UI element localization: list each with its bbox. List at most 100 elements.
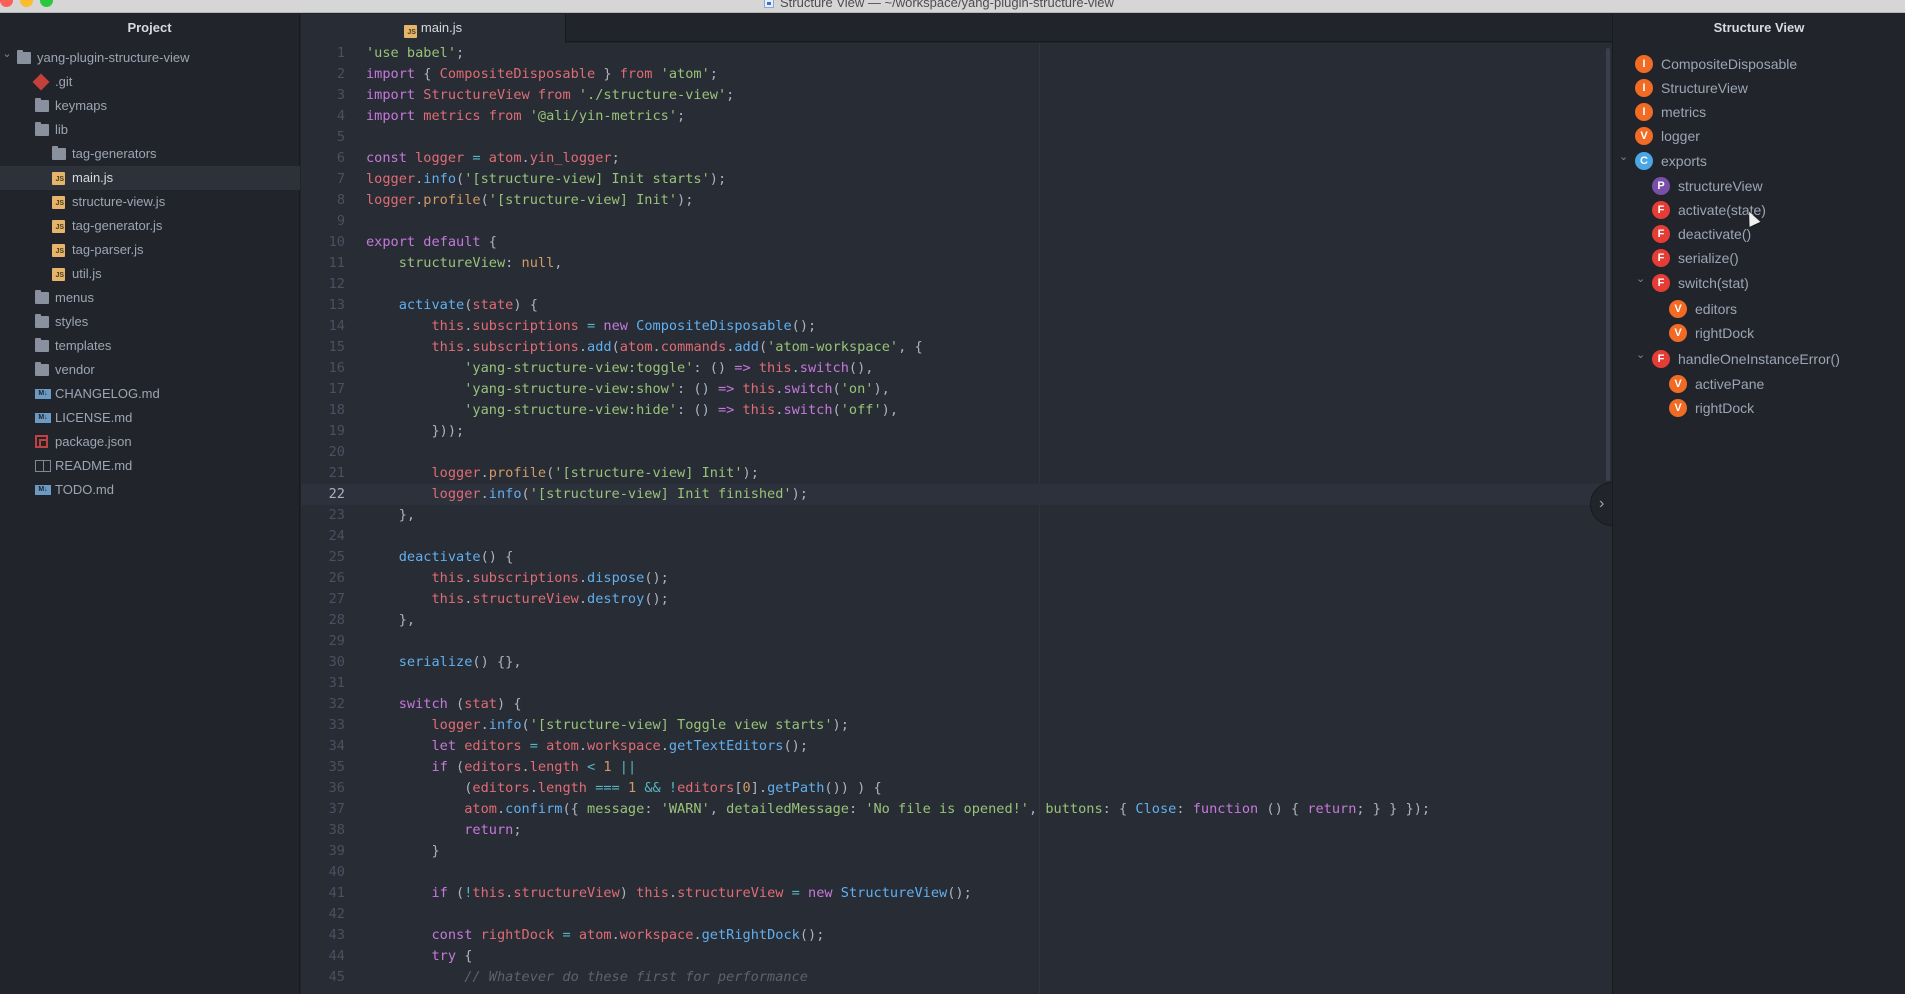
function-badge-icon: F — [1652, 274, 1670, 292]
code-line[interactable]: 39 } — [301, 841, 1606, 862]
code-line[interactable]: 10 export default { — [301, 232, 1606, 253]
code-text: (editors.length === 1 && !editors[0].get… — [366, 778, 882, 799]
minimize-window-button[interactable] — [20, 0, 33, 7]
tree-item[interactable]: ›menus — [0, 286, 300, 310]
code-line[interactable]: 45 // Whatever do these first for perfor… — [301, 967, 1606, 988]
code-line[interactable]: 22 logger.info('[structure-view] Init fi… — [301, 484, 1606, 505]
code-line[interactable]: 35 if (editors.length < 1 || — [301, 757, 1606, 778]
tree-item[interactable]: M↓ CHANGELOG.md — [0, 382, 300, 406]
code-line[interactable]: 41 if (!this.structureView) this.structu… — [301, 883, 1606, 904]
code-line[interactable]: 20 — [301, 442, 1606, 463]
chevron-down-icon[interactable]: ⌄ — [1636, 267, 1646, 291]
code-token: return — [1307, 801, 1357, 817]
line-number: 13 — [328, 297, 345, 313]
code-token: new — [808, 885, 833, 901]
code-token: (); — [783, 738, 809, 754]
code-line[interactable]: 13 activate(state) { — [301, 295, 1606, 316]
code-line[interactable]: 43 const rightDock = atom.workspace.getR… — [301, 925, 1606, 946]
tree-item[interactable]: ›vendor — [0, 358, 300, 382]
code-line[interactable]: 2 import { CompositeDisposable } from 'at… — [301, 64, 1606, 85]
tree-item[interactable]: JS tag-parser.js — [0, 238, 300, 262]
chevron-down-icon[interactable]: ⌄ — [1636, 343, 1646, 367]
code-line[interactable]: 8 logger.profile('[structure-view] Init')… — [301, 190, 1606, 211]
tree-item[interactable]: M↓ LICENSE.md — [0, 406, 300, 430]
code-line[interactable]: 33 logger.info('[structure-view] Toggle … — [301, 715, 1606, 736]
code-line[interactable]: 9 — [301, 211, 1606, 232]
editor-scrollbar[interactable] — [1606, 48, 1610, 481]
code-token: logger — [431, 717, 481, 733]
code-token: switch — [783, 381, 833, 397]
code-line[interactable]: 7 logger.info('[structure-view] Init star… — [301, 169, 1606, 190]
code-line[interactable]: 15 this.subscriptions.add(atom.commands.… — [301, 337, 1606, 358]
code-line[interactable]: 38 return; — [301, 820, 1606, 841]
code-line[interactable]: 19 })); — [301, 421, 1606, 442]
variable-badge-icon: V — [1669, 300, 1687, 318]
code-line[interactable]: 44 try { — [301, 946, 1606, 967]
line-number: 42 — [328, 906, 345, 922]
code-line[interactable]: 27 this.structureView.destroy(); — [301, 589, 1606, 610]
zoom-window-button[interactable] — [40, 0, 53, 7]
code-line[interactable]: 1 'use babel'; — [301, 43, 1606, 64]
js-file-icon: JS — [52, 268, 65, 281]
code-line[interactable]: 16 'yang-structure-view:toggle': () => t… — [301, 358, 1606, 379]
code-line[interactable]: 29 — [301, 631, 1606, 652]
code-line[interactable]: 3 import StructureView from './structure-… — [301, 85, 1606, 106]
code-line[interactable]: 17 'yang-structure-view:show': () => thi… — [301, 379, 1606, 400]
code-line[interactable]: 26 this.subscriptions.dispose(); — [301, 568, 1606, 589]
code-line[interactable]: 42 — [301, 904, 1606, 925]
close-window-button[interactable] — [0, 0, 13, 7]
code-line[interactable]: 31 — [301, 673, 1606, 694]
tree-item[interactable]: ›templates — [0, 334, 300, 358]
tree-item[interactable]: README.md — [0, 454, 300, 478]
tree-item[interactable]: ⌄ yang-plugin-structure-view — [0, 46, 300, 70]
tree-item[interactable]: JS tag-generator.js — [0, 214, 300, 238]
tree-item[interactable]: JS main.js — [0, 166, 300, 190]
code-line[interactable]: 4 import metrics from '@ali/yin-metrics'; — [301, 106, 1606, 127]
code-line[interactable]: 40 — [301, 862, 1606, 883]
code-line[interactable]: 28 }, — [301, 610, 1606, 631]
tree-item[interactable]: JS util.js — [0, 262, 300, 286]
code-line[interactable]: 32 switch (stat) { — [301, 694, 1606, 715]
chevron-down-icon[interactable]: ⌄ — [1619, 145, 1629, 169]
code-line[interactable]: 34 let editors = atom.workspace.getTextE… — [301, 736, 1606, 757]
code-editor[interactable]: 1 'use babel'; 2 import { CompositeDisposab… — [301, 43, 1612, 994]
tree-item[interactable]: package.json — [0, 430, 300, 454]
code-line[interactable]: 11 structureView: null, — [301, 253, 1606, 274]
code-line[interactable]: 23 }, — [301, 505, 1606, 526]
code-line[interactable]: 6 const logger = atom.yin_logger; — [301, 148, 1606, 169]
code-line[interactable]: 37 atom.confirm({ message: 'WARN', detai… — [301, 799, 1606, 820]
code-line[interactable]: 30 serialize() {}, — [301, 652, 1606, 673]
code-line[interactable]: 14 this.subscriptions = new CompositeDis… — [301, 316, 1606, 337]
tab-main-js[interactable]: JS main.js — [301, 14, 566, 43]
code-line[interactable]: 5 — [301, 127, 1606, 148]
tree-item[interactable]: ⌄lib — [0, 118, 300, 142]
code-token: . — [480, 717, 489, 733]
tree-item[interactable]: ›styles — [0, 310, 300, 334]
tree-item[interactable]: ›.git — [0, 70, 300, 94]
tree-item[interactable]: ›tag-generators — [0, 142, 300, 166]
code-line[interactable]: 21 logger.profile('[structure-view] Init… — [301, 463, 1606, 484]
code-line[interactable]: 36 (editors.length === 1 && !editors[0].… — [301, 778, 1606, 799]
code-line[interactable]: 18 'yang-structure-view:hide': () => thi… — [301, 400, 1606, 421]
code-token: editors — [472, 780, 530, 796]
code-line[interactable]: 25 deactivate() { — [301, 547, 1606, 568]
code-text: activate(state) { — [366, 295, 538, 316]
code-line[interactable]: 24 — [301, 526, 1606, 547]
code-token: . — [668, 885, 678, 901]
code-line[interactable]: 12 — [301, 274, 1606, 295]
code-token: this — [742, 381, 776, 397]
tree-item[interactable]: M↓ TODO.md — [0, 478, 300, 502]
chevron-down-icon[interactable]: ⌄ — [2, 42, 12, 66]
tree-item[interactable]: JS structure-view.js — [0, 190, 300, 214]
code-token: message — [587, 801, 645, 817]
code-token: return — [464, 822, 514, 838]
structure-view-panel: Structure View I CompositeDisposable I Stru… — [1612, 14, 1905, 994]
code-token: ! — [668, 780, 678, 796]
code-token: 'use babel' — [366, 45, 457, 61]
